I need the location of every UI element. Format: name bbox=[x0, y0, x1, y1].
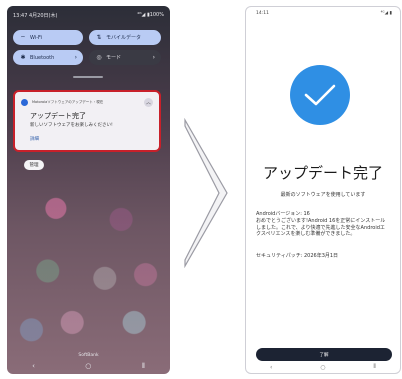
bluetooth-icon: ✱ bbox=[20, 54, 26, 61]
home-icon[interactable]: ○ bbox=[320, 364, 325, 371]
ok-button[interactable]: 了解 bbox=[256, 348, 392, 361]
notification-header: Motorolaソフトウェアのアップデート・現在 ︿ bbox=[21, 97, 153, 107]
back-icon[interactable]: ‹ bbox=[270, 364, 272, 371]
status-time: 13:47 4月20日(木) bbox=[13, 12, 58, 19]
android-version: Androidバージョン: 16 bbox=[256, 211, 310, 217]
quick-tile-wifi[interactable]: ⌔ Wi-Fi bbox=[13, 30, 83, 45]
update-complete-title: アップデート完了 bbox=[262, 164, 383, 182]
carrier-label: SoftBank bbox=[78, 353, 99, 358]
quick-tile-mobile-data[interactable]: ⇅ モバイルデータ bbox=[89, 30, 161, 45]
wifi-icon: ⌔ bbox=[20, 34, 26, 42]
navigation-bar: ‹ ○ ⦀ bbox=[7, 361, 170, 371]
back-icon[interactable]: ‹ bbox=[32, 362, 35, 370]
quick-tile-label: Wi-Fi bbox=[30, 34, 42, 41]
home-icon[interactable]: ○ bbox=[85, 362, 91, 370]
quick-tile-label: Bluetooth bbox=[30, 54, 55, 61]
check-icon bbox=[290, 65, 350, 125]
right-phone-screen: 14:11 ⁴ᴳ◢ ▮ アップデート完了 最新のソフトウェアを使用しています A… bbox=[245, 6, 401, 374]
notification-body: 新しいソフトウェアをお楽しみください! bbox=[30, 123, 113, 128]
notification-details-link[interactable]: 詳細 bbox=[30, 136, 39, 142]
quick-tile-bluetooth[interactable]: ✱ Bluetooth › bbox=[13, 50, 83, 65]
mode-icon: ◎ bbox=[96, 54, 102, 61]
notification-title: アップデート完了 bbox=[30, 112, 86, 120]
chevron-right-icon: › bbox=[74, 54, 77, 61]
update-subtitle: 最新のソフトウェアを使用しています bbox=[280, 192, 366, 198]
quick-tile-mode[interactable]: ◎ モード › bbox=[89, 50, 161, 65]
update-notification[interactable]: Motorolaソフトウェアのアップデート・現在 ︿ アップデート完了 新しいソ… bbox=[13, 90, 161, 152]
drag-handle[interactable] bbox=[73, 76, 103, 78]
left-phone-screen: 13:47 4月20日(木) ⁴ᴳ◢ ▮100% ⌔ Wi-Fi ⇅ モバイルデ… bbox=[7, 6, 170, 374]
congrats-text: おめでとうございます!Android 16を正常にインストールしました。これで、… bbox=[256, 218, 386, 237]
notification-meta: Motorolaソフトウェアのアップデート・現在 bbox=[32, 99, 104, 104]
status-icons: ⁴ᴳ◢ ▮ bbox=[380, 11, 392, 16]
quick-tile-label: モバイルデータ bbox=[106, 35, 142, 41]
status-time: 14:11 bbox=[256, 11, 269, 16]
chevron-right-icon: › bbox=[152, 54, 155, 61]
app-icon bbox=[21, 98, 28, 106]
status-icons: ⁴ᴳ◢ ▮100% bbox=[137, 12, 164, 18]
status-bar: 13:47 4月20日(木) ⁴ᴳ◢ ▮100% bbox=[13, 10, 164, 20]
recents-icon[interactable]: ⦀ bbox=[373, 363, 376, 371]
recents-icon[interactable]: ⦀ bbox=[142, 362, 145, 371]
quick-tile-label: モード bbox=[106, 55, 122, 61]
status-bar: 14:11 ⁴ᴳ◢ ▮ bbox=[256, 11, 392, 19]
manage-button[interactable]: 管理 bbox=[24, 160, 44, 170]
expand-icon[interactable]: ︿ bbox=[144, 97, 153, 107]
navigation-bar: ‹ ○ ⦀ bbox=[246, 362, 400, 372]
data-icon: ⇅ bbox=[96, 34, 102, 41]
security-patch: セキュリティパッチ: 2026年3月1日 bbox=[256, 253, 339, 259]
chevron-right-arrow bbox=[184, 118, 228, 268]
